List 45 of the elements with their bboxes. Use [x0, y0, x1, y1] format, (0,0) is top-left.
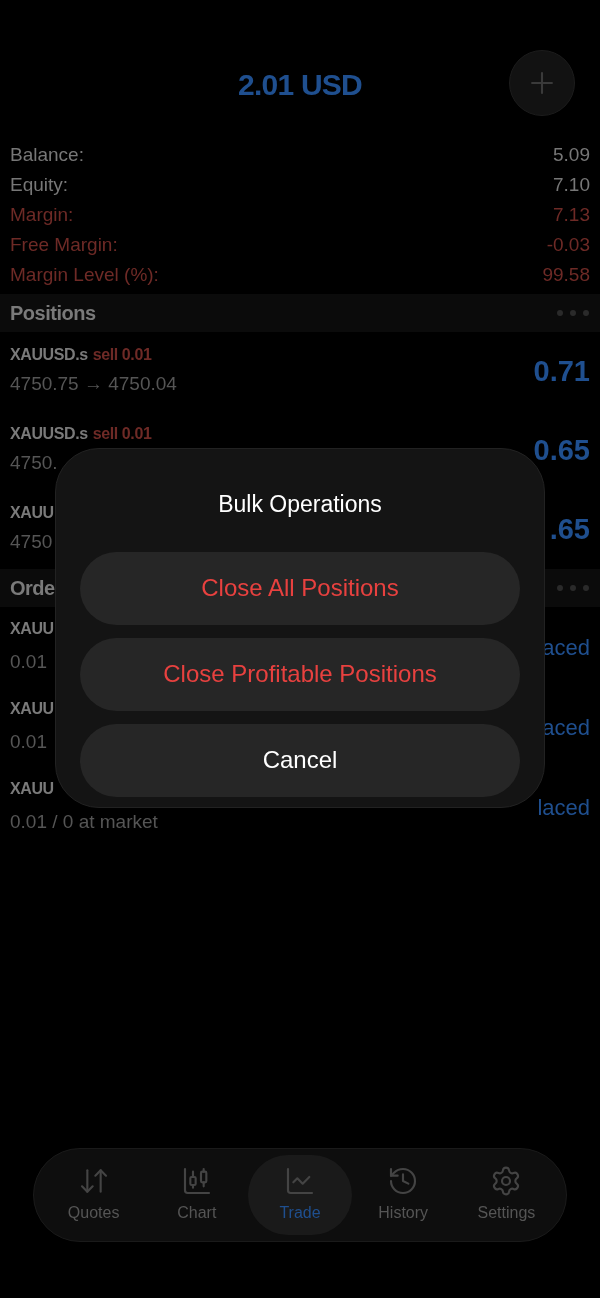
profit-value: 0.71: [533, 353, 590, 389]
summary-label: Equity:: [10, 172, 69, 197]
more-icon[interactable]: [556, 584, 590, 592]
section-title: Positions: [10, 301, 96, 326]
summary-label: Free Margin:: [10, 232, 118, 257]
dialog-title: Bulk Operations: [218, 490, 382, 519]
tab[interactable]: Quotes: [42, 1155, 146, 1235]
tab[interactable]: Settings: [454, 1155, 558, 1235]
price-text: 4750.: [10, 451, 59, 476]
summary-label: Margin Level (%):: [10, 262, 159, 287]
order-status: laced: [537, 793, 590, 822]
order-detail: 0.01 / 0 at market: [10, 809, 158, 834]
line-chart-icon: [284, 1165, 316, 1197]
dialog-button[interactable]: Cancel: [80, 723, 520, 797]
price-text: 4750: [10, 530, 54, 555]
side-label: sell 0.01: [92, 345, 152, 366]
summary-value: 7.13: [553, 202, 590, 227]
summary-value: 99.58: [542, 262, 590, 287]
equity-total: 2.01 USD: [237, 67, 363, 103]
tab[interactable]: Trade: [248, 1155, 352, 1235]
profit-value: .65: [549, 511, 590, 547]
summary-value: 5.09: [553, 142, 590, 167]
profit-value: 0.65: [533, 432, 590, 468]
dialog-button[interactable]: Close Profitable Positions: [80, 637, 520, 711]
symbol-label: XAUU: [10, 618, 54, 639]
symbol-label: XAUU: [10, 698, 54, 719]
section-title: Orde: [10, 576, 55, 601]
summary-label: Margin:: [10, 202, 74, 227]
more-icon[interactable]: [556, 309, 590, 317]
dialog-button[interactable]: Close All Positions: [80, 551, 520, 625]
side-label: sell 0.01: [92, 424, 152, 445]
summary-value: -0.03: [546, 232, 590, 257]
order-detail: 0.01: [10, 649, 48, 674]
tab[interactable]: History: [351, 1155, 455, 1235]
symbol-label: XAUU: [10, 778, 55, 799]
symbol-label: XAUUSD.s: [10, 424, 88, 445]
summary-value: 7.10: [553, 172, 590, 197]
order-detail: 0.01: [10, 729, 48, 754]
symbol-label: XAUUSD.s: [10, 345, 88, 366]
order-status: aced: [542, 713, 590, 742]
symbol-label: XAUU: [10, 503, 54, 524]
price-text: 4750.75 → 4750.04: [10, 372, 177, 397]
summary-label: Balance:: [10, 142, 84, 167]
tab[interactable]: Chart: [145, 1155, 249, 1235]
order-status: aced: [542, 633, 590, 662]
